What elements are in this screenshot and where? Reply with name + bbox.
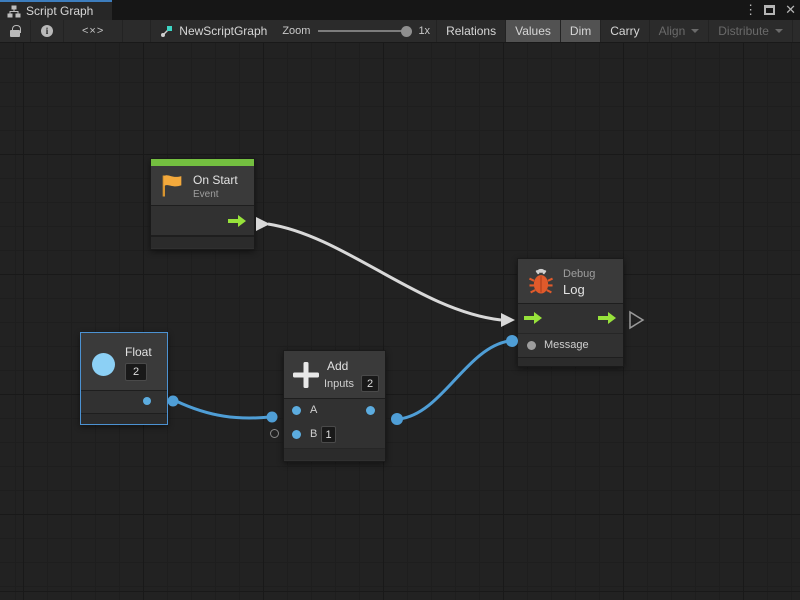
graph-name: NewScriptGraph [179,24,267,38]
unity-script-graph-window: { "window": { "tab_label": "Script Graph… [0,0,800,600]
maximize-icon[interactable] [764,5,775,15]
port-b-value-field[interactable]: 1 [321,426,336,443]
code-preview-button[interactable]: <×> [64,20,123,42]
zoom-label: Zoom [282,25,310,37]
info-icon: i [41,25,53,37]
control-port-row [518,304,623,333]
node-header: Float 2 [81,333,167,391]
node-footer [81,413,167,424]
node-footer [151,236,254,248]
overview-button[interactable]: Overview [793,20,800,42]
flag-icon [158,172,186,200]
message-input-port[interactable] [527,341,536,350]
port-b-label: B [310,428,317,440]
control-input-port[interactable] [524,312,542,324]
node-add[interactable]: Add Inputs 2 A B 1 [283,350,386,462]
node-port-row [81,391,167,413]
port-row-a: A [284,399,385,424]
control-output-port[interactable] [228,215,246,227]
plus-icon [293,362,319,388]
node-debug-log[interactable]: Debug Log Message [517,258,624,367]
port-row-b: B 1 [284,424,385,448]
inputs-count-field[interactable]: 2 [361,375,379,392]
message-port-label: Message [544,339,589,351]
inspect-button[interactable]: i [31,20,64,42]
values-toggle[interactable]: Values [506,20,561,42]
tab-script-graph[interactable]: Script Graph [0,0,112,20]
distribute-dropdown[interactable]: Distribute [709,20,793,42]
node-subtitle: Event [193,189,219,200]
dim-toggle[interactable]: Dim [561,20,601,42]
graph-name-button[interactable]: NewScriptGraph [151,20,276,42]
node-header: On Start Event [151,166,254,206]
relations-button[interactable]: Relations [436,20,506,42]
value-output-port[interactable] [143,397,151,405]
input-port-a[interactable] [292,406,301,415]
control-output-port[interactable] [598,312,616,324]
node-on-start[interactable]: On Start Event [150,158,255,250]
node-float[interactable]: Float 2 [80,332,168,425]
bug-icon [527,267,555,297]
zoom-value: 1x [418,25,430,37]
node-subtitle: Debug [563,268,595,280]
graph-canvas[interactable]: On Start Event Debug Log [0,43,800,600]
input-port-b[interactable] [292,430,301,439]
unconnected-port-indicator [270,429,279,438]
close-icon[interactable]: ✕ [785,2,796,18]
tab-strip: Script Graph ⋮ ✕ [0,0,800,20]
lock-button[interactable] [0,20,31,42]
tab-label: Script Graph [26,4,93,18]
node-footer [284,448,385,460]
node-title: On Start [193,173,238,187]
message-port-row: Message [518,333,623,357]
sitemap-icon [7,5,21,18]
node-footer [518,357,623,366]
code-icon: <×> [82,25,104,37]
lock-icon [10,30,20,37]
carry-toggle[interactable]: Carry [601,20,649,42]
chevron-down-icon [691,29,699,33]
inputs-label: Inputs [324,378,354,390]
node-title: Add [327,359,348,373]
float-value-field[interactable]: 2 [125,363,147,381]
window-controls: ⋮ ✕ [744,0,796,20]
node-port-row [151,206,254,236]
node-title: Float [125,345,152,359]
float-circle-icon [92,353,115,376]
node-title: Log [563,282,585,297]
chevron-down-icon [775,29,783,33]
zoom-slider-handle[interactable] [401,26,412,37]
align-dropdown[interactable]: Align [650,20,710,42]
graph-asset-icon [160,25,173,38]
zoom-slider[interactable] [318,30,410,32]
node-header: Debug Log [518,259,623,304]
port-a-label: A [310,404,317,416]
event-accent-bar [151,159,254,166]
value-output-port[interactable] [366,406,375,415]
zoom-control: Zoom 1x [276,20,436,42]
graph-toolbar: i <×> NewScriptGraph Zoom 1x Relations V… [0,20,800,43]
kebab-menu-icon[interactable]: ⋮ [744,0,754,20]
node-header: Add Inputs 2 [284,351,385,399]
